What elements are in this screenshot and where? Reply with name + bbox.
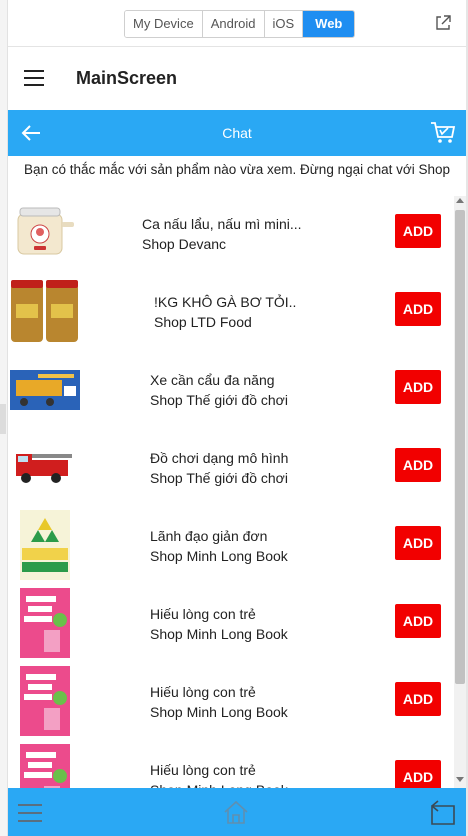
device-segmented-control: My Device Android iOS Web <box>124 10 356 38</box>
chat-toolbar: Chat <box>8 110 466 156</box>
fire-truck-image <box>8 430 82 504</box>
bottom-navigation <box>8 788 466 836</box>
device-switcher-bar: My Device Android iOS Web <box>8 0 466 47</box>
tab-my-device[interactable]: My Device <box>125 11 203 37</box>
product-info: Hiếu lòng con trẻ Shop Minh Long Book <box>150 682 288 722</box>
chat-prompt-text: Bạn có thắc mắc với sản phẩm nào vừa xem… <box>24 162 450 177</box>
scroll-down-arrow-icon[interactable] <box>456 777 464 782</box>
shop-name: Shop Thế giới đồ chơi <box>150 392 288 408</box>
product-info: Hiếu lòng con trẻ Shop Minh Long Book <box>150 604 288 644</box>
add-button[interactable]: ADD <box>395 526 441 560</box>
kettle-image <box>8 196 82 270</box>
list-item: Hiếu lòng con trẻ Shop Minh Long Book AD… <box>8 740 454 788</box>
page-title: MainScreen <box>76 68 178 88</box>
shop-name: Shop LTD Food <box>154 314 252 330</box>
shop-name: Shop Minh Long Book <box>150 780 288 788</box>
product-name: Xe cần cẩu đa năng <box>150 372 275 388</box>
product-info: Xe cần cẩu đa năng Shop Thế giới đồ chơi <box>150 370 288 410</box>
product-name: Hiếu lòng con trẻ <box>150 762 256 778</box>
app-frame: My Device Android iOS Web MainScreen Cha… <box>0 0 468 836</box>
external-link-icon[interactable] <box>434 14 452 32</box>
chat-title: Chat <box>222 125 252 141</box>
tab-web[interactable]: Web <box>303 11 355 37</box>
list-item: !KG KHÔ GÀ BƠ TỎI.. Shop LTD Food ADD <box>8 272 454 350</box>
add-button[interactable]: ADD <box>395 604 441 638</box>
book-child-image <box>8 586 82 660</box>
shopping-cart-icon[interactable] <box>430 120 456 146</box>
hamburger-icon[interactable] <box>24 70 44 86</box>
add-button[interactable]: ADD <box>395 370 441 404</box>
product-name: Hiếu lòng con trẻ <box>150 606 256 622</box>
shop-name: Shop Minh Long Book <box>150 626 288 642</box>
list-item: Lãnh đạo giản đơn Shop Minh Long Book AD… <box>8 506 454 584</box>
product-info: Ca nấu lẩu, nấu mì mini... Shop Devanc <box>142 214 302 254</box>
crane-toy-image <box>8 352 82 426</box>
left-resize-handle[interactable] <box>0 404 6 434</box>
add-button[interactable]: ADD <box>395 760 441 788</box>
shop-name: Shop Devanc <box>142 236 227 252</box>
return-icon[interactable] <box>430 800 456 826</box>
menu-icon[interactable] <box>18 804 42 822</box>
product-name: Lãnh đạo giản đơn <box>150 528 268 544</box>
list-item: Hiếu lòng con trẻ Shop Minh Long Book AD… <box>8 662 454 740</box>
list-scrollbar[interactable] <box>454 196 466 788</box>
tab-android[interactable]: Android <box>202 11 265 37</box>
add-button[interactable]: ADD <box>395 448 441 482</box>
shop-name: Shop Thế giới đồ chơi <box>150 470 288 486</box>
book-child-image <box>8 742 82 788</box>
add-button[interactable]: ADD <box>395 682 441 716</box>
list-item: Xe cần cẩu đa năng Shop Thế giới đồ chơi… <box>8 350 454 428</box>
product-name: Hiếu lòng con trẻ <box>150 684 256 700</box>
scroll-thumb[interactable] <box>455 210 465 684</box>
home-icon[interactable] <box>222 798 250 826</box>
shop-name: Shop Minh Long Book <box>150 704 288 720</box>
product-info: Hiếu lòng con trẻ Shop Minh Long Book <box>150 760 288 788</box>
list-item: Hiếu lòng con trẻ Shop Minh Long Book AD… <box>8 584 454 662</box>
add-button[interactable]: ADD <box>395 292 441 326</box>
product-name: !KG KHÔ GÀ BƠ TỎI.. <box>154 294 297 310</box>
list-item: Đồ chơi dạng mô hình Shop Thế giới đồ ch… <box>8 428 454 506</box>
scroll-up-arrow-icon[interactable] <box>456 198 464 203</box>
list-item: Ca nấu lẩu, nấu mì mini... Shop Devanc A… <box>8 194 454 272</box>
shop-name: Shop Minh Long Book <box>150 548 288 564</box>
jars-image <box>8 274 82 348</box>
product-list[interactable]: Ca nấu lẩu, nấu mì mini... Shop Devanc A… <box>8 194 454 788</box>
product-info: Lãnh đạo giản đơn Shop Minh Long Book <box>150 526 288 566</box>
book-child-image <box>8 664 82 738</box>
app-header: MainScreen <box>8 48 466 110</box>
product-info: Đồ chơi dạng mô hình Shop Thế giới đồ ch… <box>150 448 288 488</box>
tab-ios[interactable]: iOS <box>264 11 304 37</box>
product-name: Ca nấu lẩu, nấu mì mini... <box>142 216 302 232</box>
add-button[interactable]: ADD <box>395 214 441 248</box>
product-info: !KG KHÔ GÀ BƠ TỎI.. Shop LTD Food <box>154 292 296 332</box>
book-leadership-image <box>8 508 82 582</box>
product-name: Đồ chơi dạng mô hình <box>150 450 289 466</box>
